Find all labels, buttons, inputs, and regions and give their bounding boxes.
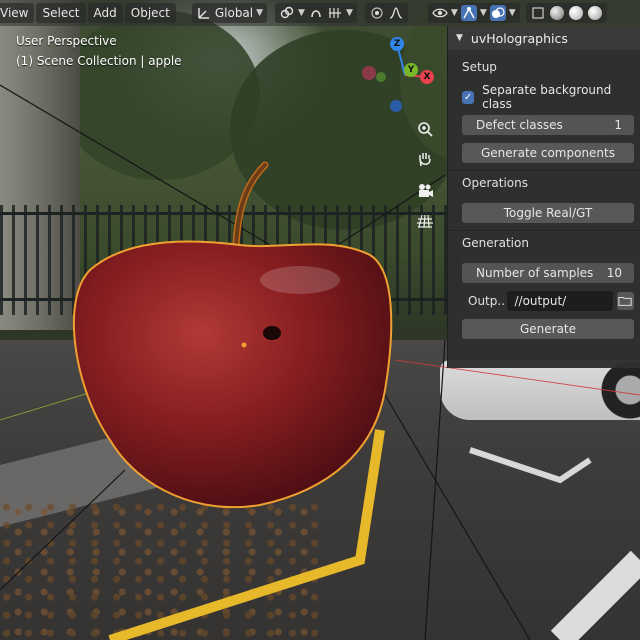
snap-increment-icon[interactable]: [327, 5, 343, 21]
uvholographics-panel: ▼ uvHolographics Setup ✓ Separate backgr…: [447, 26, 640, 368]
samples-value: 10: [606, 266, 622, 280]
section-divider: [448, 230, 640, 231]
chevron-down-icon[interactable]: ▼: [298, 8, 305, 18]
panel-title: uvHolographics: [470, 30, 568, 46]
pivot-snap-group: ▼ ▼: [275, 3, 357, 23]
collapse-triangle-icon[interactable]: ▼: [456, 33, 463, 43]
hand-icon[interactable]: [416, 150, 434, 168]
overlay-icon[interactable]: [489, 5, 506, 21]
generate-button[interactable]: Generate: [462, 319, 634, 339]
chevron-down-icon[interactable]: ▼: [346, 8, 353, 18]
perspective-label: User Perspective: [16, 34, 117, 48]
chevron-down-icon[interactable]: ▼: [509, 8, 516, 18]
gizmo-neg-z-axis[interactable]: [390, 100, 402, 112]
fence-rail: [0, 298, 460, 301]
defect-classes-value: 1: [614, 118, 622, 132]
output-label: Outp..: [468, 294, 506, 308]
folder-icon[interactable]: [616, 292, 634, 310]
separate-background-checkbox-row[interactable]: ✓ Separate background class: [462, 83, 634, 111]
camera-icon[interactable]: [416, 182, 434, 200]
chevron-down-icon[interactable]: ▼: [451, 8, 458, 18]
shading-wireframe-icon[interactable]: [549, 6, 564, 20]
navigation-gizmo[interactable]: Z Y X: [360, 30, 440, 120]
output-path-row: Outp.. //output/: [462, 290, 634, 312]
generate-components-button[interactable]: Generate components: [462, 143, 634, 163]
shading-group: [525, 3, 607, 23]
samples-label: Number of samples: [476, 266, 594, 280]
gizmo-x-axis[interactable]: X: [420, 70, 434, 84]
falloff-icon[interactable]: [388, 5, 404, 21]
defect-classes-field[interactable]: Defect classes 1: [462, 115, 634, 135]
gizmo-icon[interactable]: [460, 5, 477, 21]
viewport-header: View Select Add Object Global ▼ ▼ ▼ ▼ ▼ …: [0, 0, 640, 26]
gizmo-y-axis[interactable]: Y: [404, 63, 418, 77]
gizmo-neg-x-axis[interactable]: [362, 66, 376, 80]
visibility-icon[interactable]: [432, 5, 448, 21]
number-of-samples-field[interactable]: Number of samples 10: [462, 263, 634, 283]
generation-heading: Generation: [462, 236, 529, 250]
link-icon[interactable]: [279, 5, 295, 21]
gizmo-z-axis[interactable]: Z: [390, 37, 404, 51]
menu-select[interactable]: Select: [36, 3, 86, 23]
setup-heading: Setup: [462, 60, 497, 74]
menu-add[interactable]: Add: [87, 3, 123, 23]
transform-orientation-label: Global: [214, 6, 254, 20]
panel-header[interactable]: ▼ uvHolographics: [448, 26, 640, 50]
defect-classes-label: Defect classes: [476, 118, 563, 132]
zoom-icon[interactable]: [416, 120, 434, 138]
operations-heading: Operations: [462, 176, 528, 190]
chevron-down-icon: ▼: [256, 8, 264, 18]
checkbox-checked-icon[interactable]: ✓: [462, 90, 475, 104]
axes-icon: [196, 5, 212, 21]
apple-defect-hole: [263, 326, 281, 340]
output-path-input[interactable]: //output/: [506, 291, 613, 311]
proportional-edit-icon[interactable]: [369, 5, 385, 21]
shading-solid-icon[interactable]: [568, 6, 583, 20]
gizmo-neg-y-axis[interactable]: [376, 72, 386, 82]
transform-orientation-dropdown[interactable]: Global ▼: [191, 3, 268, 23]
chevron-down-icon[interactable]: ▼: [480, 8, 487, 18]
separate-background-label: Separate background class: [482, 83, 612, 111]
fence-rail: [0, 212, 460, 215]
fallen-leaves: [0, 500, 320, 640]
proportional-edit-group: [364, 3, 408, 23]
menu-view[interactable]: View: [0, 3, 35, 23]
grid-icon[interactable]: [416, 212, 434, 230]
visibility-group: ▼ ▼ ▼: [427, 3, 520, 23]
toggle-real-gt-button[interactable]: Toggle Real/GT: [462, 203, 634, 223]
shading-material-icon[interactable]: [587, 6, 602, 20]
snap-icon[interactable]: [308, 5, 324, 21]
collection-label: (1) Scene Collection | apple: [16, 54, 182, 68]
xray-icon[interactable]: [530, 5, 546, 21]
section-divider: [448, 170, 640, 171]
menu-object[interactable]: Object: [124, 3, 176, 23]
